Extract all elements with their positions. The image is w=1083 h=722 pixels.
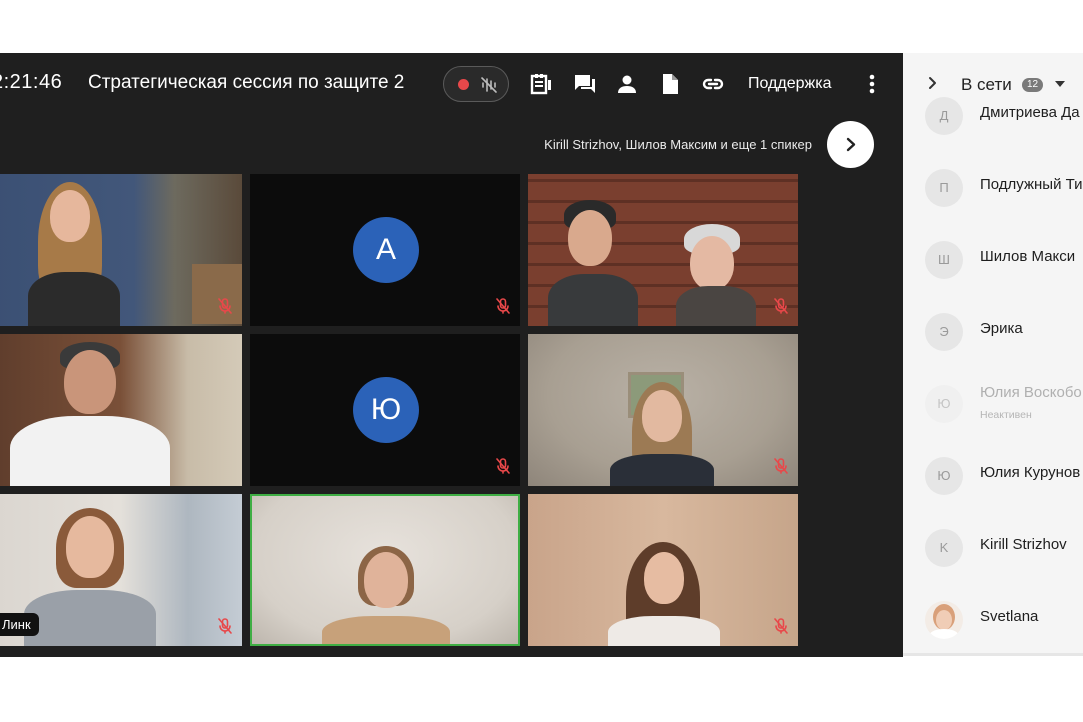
participant-name: Kirill Strizhov <box>980 536 1067 553</box>
mic-off-icon <box>774 458 788 474</box>
participants-icon[interactable] <box>615 72 639 96</box>
mic-off-icon <box>774 298 788 314</box>
mic-off-icon <box>218 298 232 314</box>
mic-off-icon <box>496 458 510 474</box>
support-button[interactable]: Поддержка <box>748 75 831 93</box>
participant-avatar: Д <box>925 97 963 135</box>
participant-item[interactable]: Ю Юлия Курунов <box>903 445 1083 505</box>
active-speakers-text: Kirill Strizhov, Шилов Максим и еще 1 сп… <box>544 137 812 152</box>
participants-sidebar: В сети 12 Д Дмитриева Да П Подлужный Ти … <box>903 53 1083 656</box>
mic-off-icon <box>218 618 232 634</box>
participant-avatar: Ю <box>925 457 963 495</box>
avatar-tile[interactable]: А <box>250 174 520 326</box>
participant-name: Шилов Макси <box>980 248 1076 265</box>
participant-item[interactable]: Э Эрика <box>903 301 1083 361</box>
participant-photo-avatar <box>925 601 963 639</box>
avatar-tile[interactable]: Ю <box>250 334 520 486</box>
participant-status: Неактивен <box>980 409 1032 421</box>
participant-item[interactable]: Д Дмитриева Да <box>903 85 1083 145</box>
participant-item[interactable]: П Подлужный Ти <box>903 157 1083 217</box>
meeting-toolbar: 2:21:46 Стратегическая сессия по защите … <box>0 53 903 115</box>
participant-item[interactable]: K Kirill Strizhov <box>903 517 1083 577</box>
participant-avatar: Э <box>925 313 963 351</box>
notes-icon[interactable] <box>529 72 553 96</box>
participant-name-label: Линк <box>0 613 39 636</box>
next-page-button[interactable] <box>827 121 874 168</box>
video-tile[interactable] <box>528 334 798 486</box>
participant-name: Дмитриева Да <box>980 104 1080 121</box>
record-indicator-icon <box>458 79 469 90</box>
mic-off-icon <box>496 298 510 314</box>
participant-name: Юлия Воскобо <box>980 384 1082 401</box>
document-icon[interactable] <box>658 72 682 96</box>
participant-avatar: Ю <box>353 377 419 443</box>
video-tile[interactable] <box>0 174 242 326</box>
meeting-title: Стратегическая сессия по защите 2 <box>88 72 405 93</box>
participant-avatar: Ш <box>925 241 963 279</box>
participant-name: Юлия Курунов <box>980 464 1081 481</box>
mic-muted-waves-icon <box>481 77 497 93</box>
participant-name: Подлужный Ти <box>980 176 1083 193</box>
participant-avatar: Ю <box>925 385 963 423</box>
video-tile[interactable] <box>0 334 242 486</box>
participant-item[interactable]: Svetlana <box>903 589 1083 649</box>
meeting-timer: 2:21:46 <box>0 71 63 93</box>
participant-avatar: K <box>925 529 963 567</box>
link-icon[interactable] <box>701 72 725 96</box>
participant-item-inactive[interactable]: Ю Юлия Воскобо Неактивен <box>903 373 1083 433</box>
more-vertical-icon[interactable] <box>862 73 882 95</box>
participant-name: Эрика <box>980 320 1023 337</box>
chat-icon[interactable] <box>573 72 597 96</box>
meeting-area: 2:21:46 Стратегическая сессия по защите … <box>0 53 903 657</box>
video-tile[interactable]: Линк <box>0 494 242 646</box>
participant-avatar: А <box>353 217 419 283</box>
video-tile[interactable] <box>528 174 798 326</box>
recording-toggle-button[interactable] <box>443 66 509 102</box>
participant-item[interactable]: Ш Шилов Макси <box>903 229 1083 289</box>
video-tile[interactable] <box>528 494 798 646</box>
video-tile-active-speaker[interactable] <box>250 494 520 646</box>
mic-off-icon <box>774 618 788 634</box>
participant-name: Svetlana <box>980 608 1039 625</box>
chevron-right-icon <box>846 137 856 152</box>
participant-avatar: П <box>925 169 963 207</box>
